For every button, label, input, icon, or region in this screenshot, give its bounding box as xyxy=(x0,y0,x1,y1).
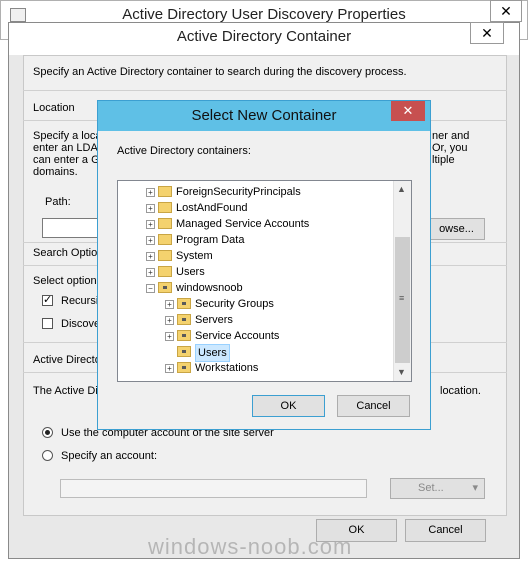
tree-expander-icon[interactable]: − xyxy=(146,284,155,293)
tree-expander-icon[interactable]: + xyxy=(165,364,174,373)
specify-account-label: Specify an account: xyxy=(61,450,158,462)
tree-item[interactable]: System xyxy=(176,248,213,264)
tree-item[interactable]: ForeignSecurityPrincipals xyxy=(176,184,301,200)
computer-account-radio[interactable] xyxy=(42,427,53,438)
select-cancel-button[interactable]: Cancel xyxy=(337,395,410,417)
recursive-label: Recursi xyxy=(61,295,99,307)
dropdown-arrow-icon: ▾ xyxy=(472,482,478,494)
discover-checkbox[interactable] xyxy=(42,318,53,329)
tree-item[interactable]: Program Data xyxy=(176,232,244,248)
tree-scrollbar[interactable]: ▲ ≡ ▼ xyxy=(393,181,411,381)
tree-expander-icon[interactable]: + xyxy=(165,332,174,341)
ad-account-desc: The Active Di xyxy=(33,385,98,397)
tree-expander-icon[interactable]: + xyxy=(146,220,155,229)
divider xyxy=(23,90,507,91)
tree-item[interactable]: Users xyxy=(176,264,205,280)
back-close-button[interactable]: ✕ xyxy=(490,0,522,22)
cancel-button[interactable]: Cancel xyxy=(405,519,486,542)
containers-label: Active Directory containers: xyxy=(117,145,251,157)
select-options-label: Select options xyxy=(33,275,103,287)
tree-expander-icon[interactable]: + xyxy=(165,300,174,309)
location-desc-line: can enter a G xyxy=(33,154,100,166)
location-heading: Location xyxy=(33,102,75,114)
folder-icon xyxy=(158,266,172,277)
container-close-button[interactable]: ✕ xyxy=(470,22,504,44)
tree-expander-icon[interactable]: + xyxy=(165,316,174,325)
location-desc-line: Specify a loca xyxy=(33,130,102,142)
tree-expander-icon[interactable]: + xyxy=(146,204,155,213)
tree-expander-icon[interactable]: + xyxy=(146,236,155,245)
back-window-title: Active Directory User Discovery Properti… xyxy=(122,6,406,23)
location-desc-line: Or, you xyxy=(432,142,468,154)
ou-icon xyxy=(158,282,172,293)
ou-icon xyxy=(177,362,191,373)
tree-item[interactable]: windowsnoob xyxy=(176,280,243,296)
set-button-label: Set... xyxy=(418,482,444,494)
tree-item[interactable]: Service Accounts xyxy=(195,328,279,344)
grip-icon: ≡ xyxy=(399,293,405,303)
path-input[interactable] xyxy=(42,218,102,238)
location-desc-line: enter an LDA xyxy=(33,142,98,154)
tree-item[interactable]: Workstations xyxy=(195,360,258,376)
folder-icon xyxy=(158,218,172,229)
folder-icon xyxy=(158,186,172,197)
watermark: windows-noob.com xyxy=(148,534,353,559)
folder-icon xyxy=(158,250,172,261)
account-input[interactable] xyxy=(60,479,367,498)
location-desc-line: domains. xyxy=(33,166,78,178)
scroll-up-icon[interactable]: ▲ xyxy=(397,184,406,194)
tree-expander-icon[interactable]: + xyxy=(146,268,155,277)
folder-icon xyxy=(158,234,172,245)
path-label: Path: xyxy=(45,196,71,208)
container-dialog-title: Active Directory Container xyxy=(176,28,352,45)
ad-account-desc: location. xyxy=(440,385,481,397)
search-options-heading: Search Optio xyxy=(33,247,98,259)
scroll-down-icon[interactable]: ▼ xyxy=(397,367,406,377)
location-desc-line: ner and xyxy=(432,130,470,142)
select-ok-button[interactable]: OK xyxy=(252,395,325,417)
browse-button[interactable]: owse... xyxy=(428,218,485,240)
specify-account-radio[interactable] xyxy=(42,450,53,461)
tree-item[interactable]: Security Groups xyxy=(195,296,274,312)
ou-icon xyxy=(177,330,191,341)
location-desc-line: ltiple xyxy=(432,154,455,166)
tree-item[interactable]: Servers xyxy=(195,312,233,328)
select-container-title: Select New Container xyxy=(191,107,337,124)
discover-label: Discove xyxy=(61,318,101,330)
recursive-checkbox[interactable]: ✓ xyxy=(42,294,53,306)
set-button[interactable]: Set... ▾ xyxy=(390,478,485,499)
tree-item[interactable]: LostAndFound xyxy=(176,200,248,216)
intro-text: Specify an Active Directory container to… xyxy=(33,66,407,78)
ou-icon xyxy=(177,298,191,309)
tree-expander-icon[interactable]: + xyxy=(146,252,155,261)
tree-expander-icon[interactable]: + xyxy=(146,188,155,197)
ou-icon xyxy=(177,346,191,357)
ad-account-heading: Active Directo xyxy=(33,354,101,366)
select-container-close-button[interactable]: ✕ xyxy=(391,101,425,121)
tree-item[interactable]: Managed Service Accounts xyxy=(176,216,309,232)
ou-icon xyxy=(177,314,191,325)
folder-icon xyxy=(158,202,172,213)
container-tree[interactable]: + ForeignSecurityPrincipals + LostAndFound +… xyxy=(117,180,412,382)
